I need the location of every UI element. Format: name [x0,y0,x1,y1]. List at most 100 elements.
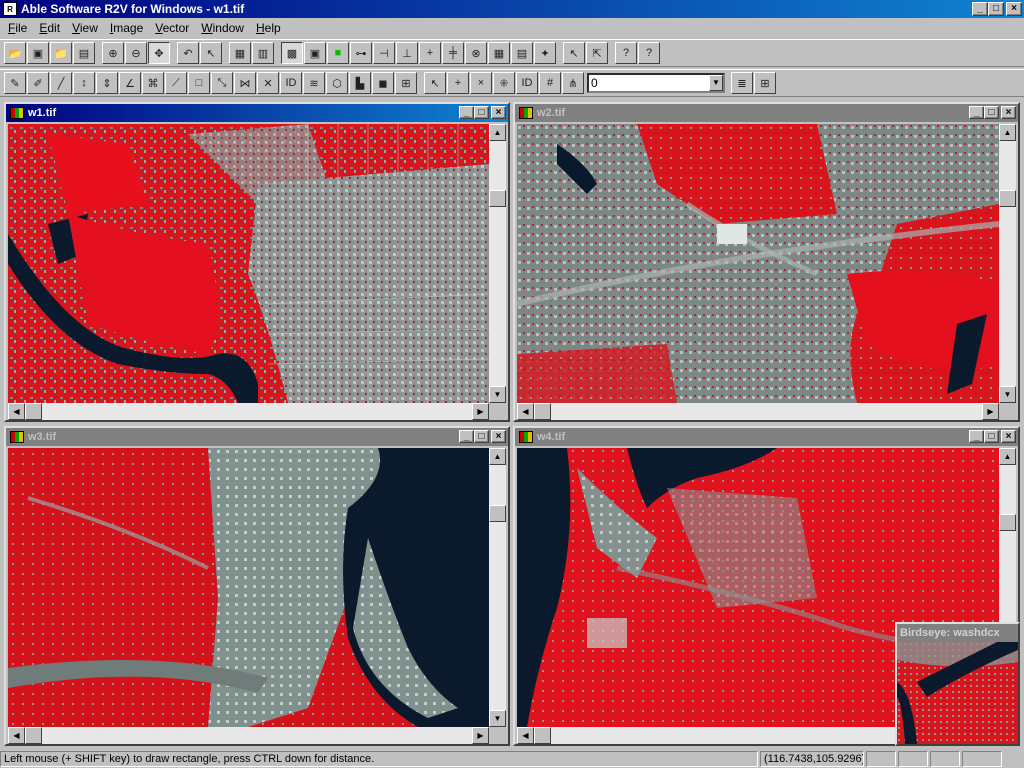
pointer-edit-icon[interactable]: ⇱ [586,42,608,64]
vertical-scrollbar[interactable]: ▲ ▼ [999,124,1016,403]
open-folder-icon[interactable]: 📁 [50,42,72,64]
r2v-app-icon[interactable]: R [3,2,17,16]
fill-icon[interactable]: ▙ [349,72,371,94]
menu-help[interactable]: Help [250,21,287,35]
close-button[interactable]: × [491,106,506,119]
cross-vertical-icon[interactable]: ╪ [442,42,464,64]
satellite-image-w3[interactable] [8,448,489,727]
horizontal-scrollbar[interactable]: ◀ ▶ [8,403,489,420]
node-snap-icon[interactable]: ⌘ [142,72,164,94]
scroll-right-button[interactable]: ▶ [472,727,489,744]
scroll-thumb[interactable] [534,727,551,744]
maximize-button[interactable]: □ [474,430,489,443]
digitize-icon[interactable]: ✎ [4,72,26,94]
vertical-scrollbar[interactable]: ▲ ▼ [489,448,506,727]
star-icon[interactable]: ✦ [534,42,556,64]
scroll-left-button[interactable]: ◀ [8,727,25,744]
menu-view[interactable]: View [66,21,104,35]
restore-button[interactable]: □ [988,2,1004,16]
menu-vector[interactable]: Vector [149,21,195,35]
window-title-bar[interactable]: w4.tif _ □ × [515,428,1018,446]
node-line-icon[interactable]: ⊶ [350,42,372,64]
app-title-bar[interactable]: R Able Software R2V for Windows - w1.tif… [0,0,1024,18]
satellite-image-w1[interactable] [8,124,489,403]
help-icon[interactable]: ? [615,42,637,64]
pan-icon[interactable]: ✥ [148,42,170,64]
vertical-split-icon[interactable]: ↕ [73,72,95,94]
contour-icon[interactable]: ≋ [303,72,325,94]
scroll-up-button[interactable]: ▲ [489,448,506,465]
minimize-button[interactable]: _ [459,430,474,443]
satellite-image-w2[interactable] [517,124,999,403]
scroll-left-button[interactable]: ◀ [517,727,534,744]
zoom-out-icon[interactable]: ⊖ [125,42,147,64]
node-id-icon[interactable]: ID [516,72,538,94]
green-square-icon[interactable]: ■ [327,42,349,64]
scroll-right-button[interactable]: ▶ [982,403,999,420]
scroll-left-button[interactable]: ◀ [517,403,534,420]
table-icon[interactable]: ⊞ [754,72,776,94]
scroll-up-button[interactable]: ▲ [489,124,506,141]
window-title-bar[interactable]: w1.tif _ □ × [6,104,508,122]
scroll-left-button[interactable]: ◀ [8,403,25,420]
move-node-icon[interactable]: ⁜ [493,72,515,94]
id-label-icon[interactable]: ID [280,72,302,94]
fit-window-icon[interactable]: ▣ [304,42,326,64]
image-window-w3[interactable]: w3.tif _ □ × ▲ ▼ ◀ ▶ [4,426,510,746]
cross-icon[interactable]: + [419,42,441,64]
scroll-down-button[interactable]: ▼ [489,386,506,403]
list-lines-icon[interactable]: ≣ [731,72,753,94]
minimize-button[interactable]: _ [972,2,988,16]
horizontal-scrollbar[interactable]: ◀ ▶ [8,727,489,744]
minimize-button[interactable]: _ [969,430,984,443]
birdseye-overview-map[interactable] [897,642,1018,744]
scroll-thumb[interactable] [999,190,1016,207]
polygon-icon[interactable]: ⬡ [326,72,348,94]
close-button[interactable]: × [1006,2,1022,16]
menu-edit[interactable]: Edit [33,21,66,35]
image-window-w2[interactable]: w2.tif _ □ × ▲ ▼ ◀ ▶ [513,102,1020,422]
label-grid-icon[interactable]: ▤ [511,42,533,64]
menu-image[interactable]: Image [104,21,149,35]
line-draw-icon[interactable]: ╱ [50,72,72,94]
context-help-icon[interactable]: ? [638,42,660,64]
node-tree-icon[interactable]: ⋔ [562,72,584,94]
merge-icon[interactable]: ⇕ [96,72,118,94]
close-button[interactable]: × [1001,106,1016,119]
line-split-icon[interactable]: ⊣ [373,42,395,64]
minimize-button[interactable]: _ [459,106,474,119]
birdseye-title[interactable]: Birdseye: washdcx [897,624,1018,642]
maximize-button[interactable]: □ [984,430,999,443]
save-icon[interactable]: ▣ [27,42,49,64]
node-number-icon[interactable]: # [539,72,561,94]
pen-icon[interactable]: ✐ [27,72,49,94]
angle-icon[interactable]: ∠ [119,72,141,94]
minimize-button[interactable]: _ [969,106,984,119]
image-window-w1[interactable]: w1.tif _ □ × ▲ ▼ ◀ ▶ [4,102,510,422]
maximize-button[interactable]: □ [984,106,999,119]
line-extend-icon[interactable]: ⟋ [165,72,187,94]
scroll-up-button[interactable]: ▲ [999,124,1016,141]
open-icon[interactable]: 📂 [4,42,26,64]
add-node-icon[interactable]: + [447,72,469,94]
scroll-thumb[interactable] [25,727,42,744]
scroll-thumb[interactable] [489,190,506,207]
rectangle-icon[interactable]: □ [188,72,210,94]
diagonal-icon[interactable]: ⤡ [211,72,233,94]
chevron-down-icon[interactable]: ▼ [709,75,723,91]
circle-x-icon[interactable]: ⊗ [465,42,487,64]
join-icon[interactable]: ⋈ [234,72,256,94]
scroll-up-button[interactable]: ▲ [999,448,1016,465]
close-button[interactable]: × [491,430,506,443]
area-icon[interactable]: ◼ [372,72,394,94]
menu-file[interactable]: File [2,21,33,35]
scroll-thumb[interactable] [534,403,551,420]
layer-icon[interactable]: ▥ [252,42,274,64]
vertical-scrollbar[interactable]: ▲ ▼ [489,124,506,403]
image-properties-icon[interactable]: ▦ [229,42,251,64]
zoom-in-icon[interactable]: ⊕ [102,42,124,64]
scroll-right-button[interactable]: ▶ [472,403,489,420]
attribute-value-combo[interactable]: 0 ▼ [587,73,725,93]
birdseye-window[interactable]: Birdseye: washdcx [895,622,1020,746]
select-arrow-icon[interactable]: ↖ [200,42,222,64]
